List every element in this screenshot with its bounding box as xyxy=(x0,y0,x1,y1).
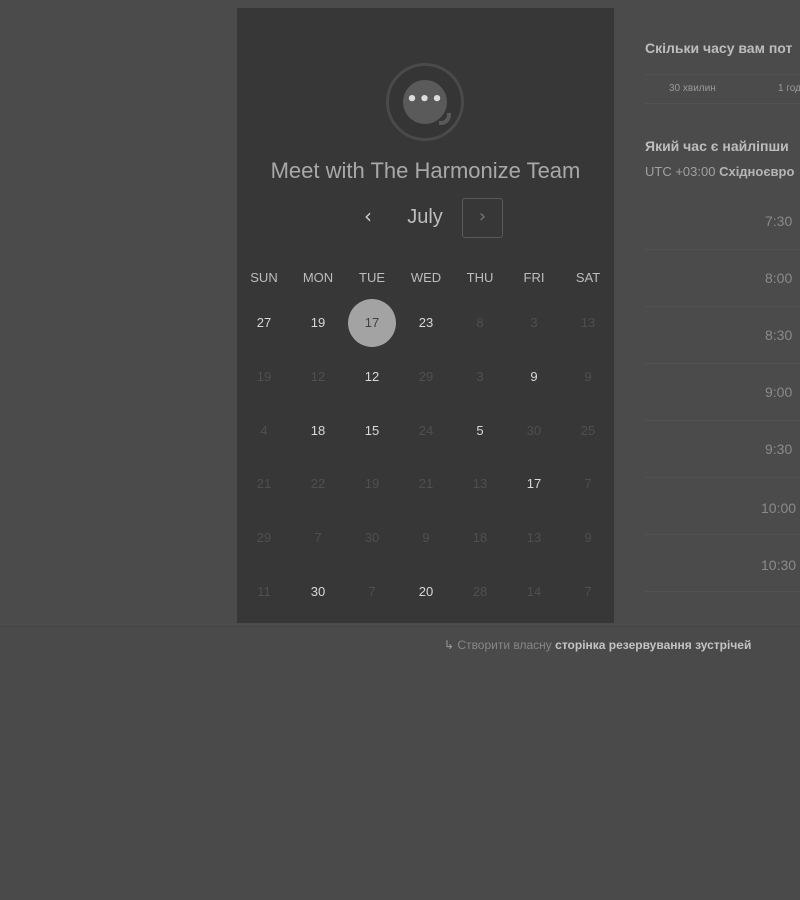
time-slot-label: 8:00 xyxy=(765,270,793,286)
calendar-day[interactable]: 27 xyxy=(240,299,288,347)
calendar-day[interactable]: 20 xyxy=(402,568,450,616)
calendar-day: 3 xyxy=(476,369,484,384)
arrow-icon: ↳ xyxy=(444,638,455,652)
time-slot[interactable]: 9:00 xyxy=(645,364,800,421)
calendar-day: 4 xyxy=(260,423,268,438)
duration-selector: 30 хвилин 1 год xyxy=(645,74,800,104)
calendar-day: 18 xyxy=(472,530,488,545)
time-slot-label: 10:30 xyxy=(761,557,797,573)
timezone-label[interactable]: UTC +03:00 Східноєвро xyxy=(645,164,794,179)
calendar-day: 7 xyxy=(584,584,592,599)
timezone-name: Східноєвро xyxy=(719,164,795,179)
calendar-day: 11 xyxy=(257,584,271,599)
calendar-day: 30 xyxy=(364,530,380,545)
calendar-day[interactable]: 12 xyxy=(348,353,396,401)
calendar-day[interactable]: 17 xyxy=(510,460,558,508)
time-question: Який час є найліпши xyxy=(645,138,789,154)
calendar-day: 3 xyxy=(530,315,538,330)
calendar-day: 13 xyxy=(472,476,488,491)
calendar-day: 30 xyxy=(526,423,542,438)
calendar-day: 12 xyxy=(310,369,326,384)
selected-day[interactable]: 17 xyxy=(348,299,396,347)
prev-month-button[interactable]: ‹ xyxy=(358,205,378,229)
time-slot-label: 10:00 xyxy=(761,500,797,516)
footer-promo: ↳ Створити власну сторінка резервування … xyxy=(444,638,751,652)
weekday-sun: SUN xyxy=(250,270,278,285)
duration-question: Скільки часу вам пот xyxy=(645,40,793,56)
time-slot-label: 7:30 xyxy=(765,213,793,229)
calendar-day: 13 xyxy=(526,530,542,545)
bubble-tail-icon xyxy=(439,113,451,125)
calendar-day: 9 xyxy=(584,369,592,384)
calendar-day[interactable]: 23 xyxy=(402,299,450,347)
duration-option-1h[interactable]: 1 год xyxy=(778,83,800,94)
booking-page-link[interactable]: сторінка резервування зустрічей xyxy=(555,638,751,652)
calendar-day: 29 xyxy=(256,530,272,545)
time-slot-label: 8:30 xyxy=(765,327,793,343)
calendar-day: 9 xyxy=(584,530,592,545)
calendar-day[interactable]: 15 xyxy=(348,407,396,455)
calendar-day: 29 xyxy=(418,369,434,384)
calendar-day: 28 xyxy=(472,584,488,599)
calendar-day: 7 xyxy=(368,584,376,599)
calendar-day: 22 xyxy=(310,476,326,491)
time-slot[interactable]: 9:30 xyxy=(645,421,800,478)
footer-text: Створити власну xyxy=(457,638,552,652)
time-slot[interactable]: 8:00 xyxy=(645,250,800,307)
weekday-mon: MON xyxy=(302,270,334,285)
time-slot-label: 9:00 xyxy=(765,384,793,400)
calendar-day[interactable]: 30 xyxy=(294,568,342,616)
calendar-day[interactable]: 18 xyxy=(294,407,342,455)
duration-option-30min[interactable]: 30 хвилин xyxy=(669,83,716,94)
time-slot-label: 9:30 xyxy=(765,441,793,457)
month-label: July xyxy=(407,206,443,228)
weekday-wed: WED xyxy=(410,270,442,285)
time-slot[interactable]: 10:30 xyxy=(645,535,800,592)
weekday-sat: SAT xyxy=(575,270,601,285)
calendar-day: 13 xyxy=(580,315,596,330)
calendar-day: 21 xyxy=(256,476,272,491)
calendar-day: 9 xyxy=(422,530,430,545)
calendar-day[interactable]: 5 xyxy=(456,407,504,455)
time-slot[interactable]: 8:30 xyxy=(645,307,800,364)
calendar-day: 14 xyxy=(526,584,542,599)
harmonize-logo: ••• xyxy=(386,63,464,141)
booking-panel: Скільки часу вам пот 30 хвилин 1 год Яки… xyxy=(645,0,800,627)
calendar-day: 19 xyxy=(364,476,380,491)
calendar-day: 8 xyxy=(476,315,484,330)
calendar-day: 7 xyxy=(584,476,592,491)
calendar-day: 21 xyxy=(418,476,434,491)
calendar-day[interactable]: 19 xyxy=(294,299,342,347)
calendar-day: 24 xyxy=(418,423,434,438)
time-slot[interactable]: 7:30 xyxy=(645,193,800,250)
weekday-tue: TUE xyxy=(359,270,385,285)
weekday-thu: THU xyxy=(466,270,494,285)
timezone-offset: UTC +03:00 xyxy=(645,164,716,179)
calendar-day[interactable]: 9 xyxy=(510,353,558,401)
next-month-button[interactable]: › xyxy=(462,198,503,238)
time-slot[interactable]: 10:00 xyxy=(645,478,800,535)
weekday-fri: FRI xyxy=(523,270,545,285)
calendar-panel: ••• Meet with The Harmonize Team ‹ July … xyxy=(237,8,614,623)
calendar-day: 25 xyxy=(580,423,596,438)
calendar-title: Meet with The Harmonize Team xyxy=(270,158,581,183)
calendar-day: 19 xyxy=(256,369,272,384)
month-navigation: ‹ July › xyxy=(237,198,614,238)
calendar-day: 7 xyxy=(314,530,322,545)
